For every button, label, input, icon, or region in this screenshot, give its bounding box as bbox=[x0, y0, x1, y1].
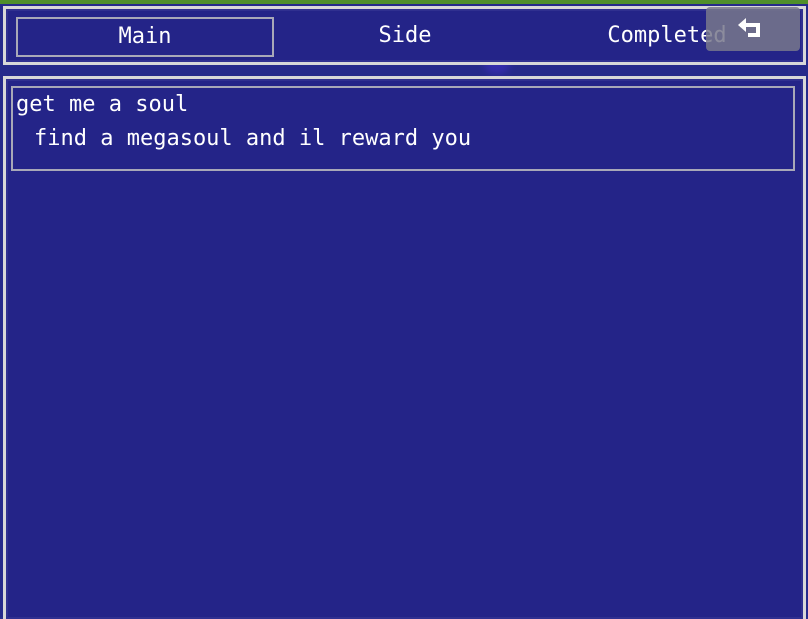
quest-category-tabs: Main Side Completed bbox=[3, 6, 806, 65]
back-arrow-icon bbox=[738, 18, 760, 37]
quest-description: find a megasoul and il reward you bbox=[34, 126, 472, 151]
quest-entry[interactable]: get me a soul find a megasoul and il rew… bbox=[11, 86, 795, 171]
tab-main[interactable]: Main bbox=[16, 17, 274, 57]
tab-side[interactable]: Side bbox=[278, 17, 532, 55]
quest-title: get me a soul bbox=[16, 92, 189, 117]
back-button[interactable] bbox=[706, 7, 800, 51]
